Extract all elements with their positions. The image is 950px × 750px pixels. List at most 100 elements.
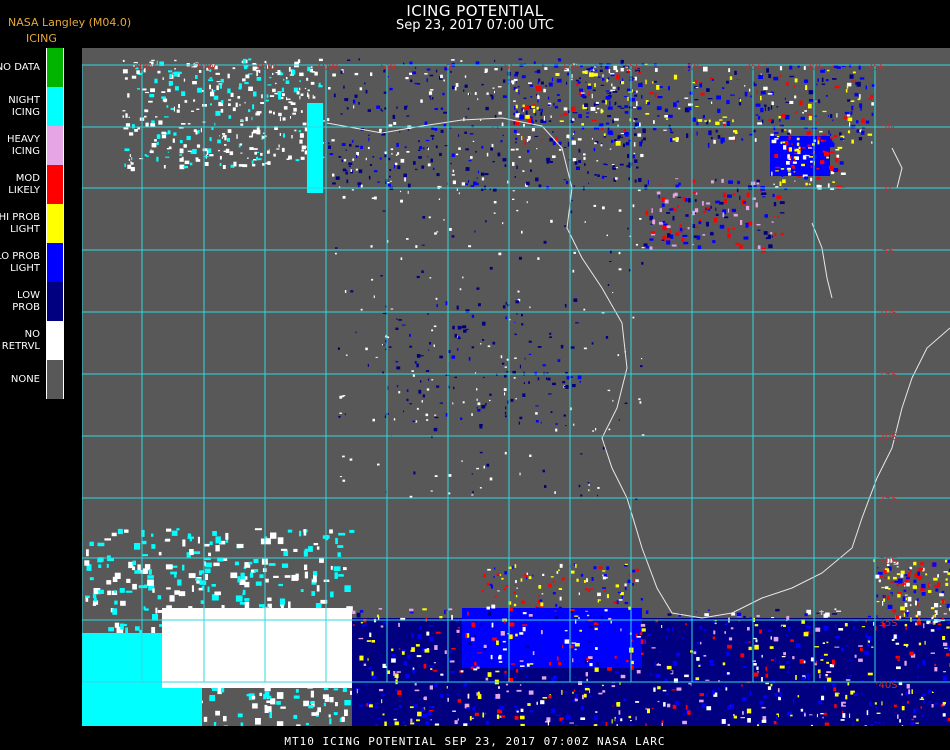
cloud-pixel [481,177,485,181]
icing-pixel [692,679,698,682]
icing-pixel [461,621,467,626]
cloud-pixel [291,69,296,75]
icing-pixel [575,79,579,82]
icing-pixel [468,642,472,645]
icing-pixel [368,667,372,670]
cloud-pixel [209,84,211,90]
icing-pixel [639,632,643,635]
icing-pixel [885,700,888,703]
icing-pixel [467,693,470,699]
icing-pixel [611,139,614,143]
cloud-pixel [419,380,422,383]
icing-pixel [832,181,835,183]
icing-pixel [404,724,407,729]
icing-pixel [369,704,373,708]
icing-pixel [435,69,438,73]
cloud-pixel [426,388,430,391]
icing-pixel [601,175,605,179]
icing-pixel [852,107,855,110]
cloud-pixel [132,583,137,590]
icing-pixel [870,94,874,99]
icing-pixel [355,168,358,171]
icing-pixel [844,623,848,627]
icing-pixel [352,624,355,626]
icing-pixel [847,114,850,117]
icing-pixel [522,104,525,107]
cloud-pixel [114,600,118,605]
icing-pixel [647,180,649,185]
icing-pixel [500,140,503,143]
icing-pixel [429,685,433,690]
icing-pixel [589,695,593,697]
cloud-pixel [213,562,220,567]
cloud-pixel [208,552,211,557]
icing-pixel [552,141,556,146]
icing-pixel [458,134,460,137]
icing-pixel [535,177,539,182]
icing-pixel [934,584,939,588]
cloud-pixel [593,204,597,207]
cloud-pixel [172,565,178,568]
icing-pixel [399,131,401,133]
icing-pixel [900,611,903,613]
cloud-pixel [472,490,474,494]
cloud-pixel [303,529,307,536]
cloud-pixel [612,399,614,402]
icing-pixel [686,684,691,687]
icing-pixel [870,724,873,729]
cloud-pixel [303,550,308,557]
icing-pixel [597,592,601,597]
icing-pixel [676,652,680,657]
icing-pixel [896,573,900,576]
cloud-pixel [245,116,248,122]
cloud-pixel [114,590,117,593]
cloud-pixel [303,700,310,707]
icing-pixel [623,565,628,567]
cloud-pixel [529,306,531,309]
icing-pixel [553,102,555,106]
icing-pixel [731,678,735,682]
cloud-pixel [337,545,344,548]
icing-pixel [564,630,568,632]
icing-pixel [456,305,459,310]
icing-pixel [873,621,875,626]
icing-pixel [567,72,570,76]
cloud-pixel [154,139,157,142]
cloud-pixel [635,243,638,246]
icing-pixel [816,612,820,614]
icing-pixel [617,86,620,91]
icing-pixel [666,665,672,670]
icing-pixel [937,619,941,623]
icing-pixel [638,178,642,182]
icing-pixel [908,689,911,695]
cloud-pixel [196,108,200,110]
cloud-pixel [279,133,281,136]
icing-pixel [352,610,356,614]
icing-pixel [803,632,809,637]
icing-pixel [469,133,474,135]
icing-pixel [512,565,514,570]
icing-pixel [851,80,857,82]
icing-pixel [501,362,505,365]
cloud-pixel [240,572,245,580]
cloud-pixel [436,231,439,233]
cloud-pixel [256,111,262,114]
icing-pixel [666,628,670,631]
icing-pixel [494,90,495,94]
icing-pixel [550,411,553,414]
cloud-pixel [223,716,227,722]
icing-pixel [391,658,396,663]
icing-pixel [717,135,721,139]
icing-pixel [597,107,600,110]
icing-pixel [871,102,874,106]
icing-pixel [364,82,366,85]
icing-pixel [845,679,851,681]
icing-pixel [485,712,487,715]
cloud-pixel [169,73,172,78]
cloud-pixel [224,136,227,141]
icing-pixel [474,634,476,638]
cloud-pixel [144,109,148,111]
cloud-pixel [292,112,296,115]
icing-pixel [667,613,672,616]
icing-pixel [893,704,897,707]
